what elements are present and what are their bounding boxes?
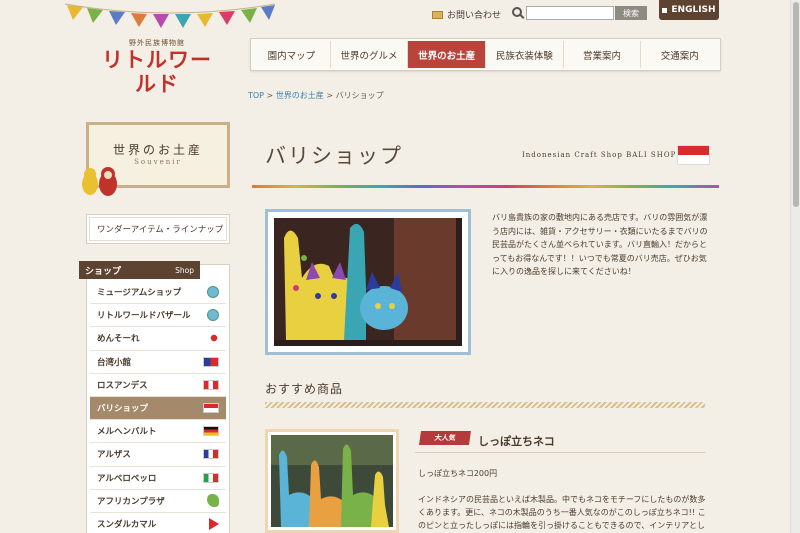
breadcrumb-parent[interactable]: 世界のお土産 (276, 91, 324, 100)
nav-item-park-map[interactable]: 園内マップ (253, 41, 331, 68)
flag-taiwan-icon (203, 356, 219, 367)
doll-illustration (82, 167, 117, 196)
shop-item-label: ロスアンデス (97, 380, 148, 391)
wavy-divider (265, 402, 705, 408)
search-icon (512, 7, 522, 17)
english-label: ENGLISH (671, 5, 716, 15)
souvenir-title: 世界のお土産 (112, 143, 203, 157)
nav-item-costume-experience[interactable]: 民族衣装体験 (486, 41, 564, 68)
flag-nepal-icon (209, 517, 219, 530)
breadcrumb-separator: > (323, 91, 336, 100)
contact-link[interactable]: お問い合わせ (432, 8, 501, 21)
search-input[interactable] (526, 6, 614, 20)
globe-icon (207, 309, 219, 322)
flag-indonesia-icon (677, 145, 710, 165)
flag-japan-icon (209, 333, 219, 344)
shop-item-label: アルザス (97, 450, 131, 461)
product-cats-illustration (271, 435, 393, 527)
shop-photo-image (274, 218, 462, 346)
flag-france-icon (203, 449, 219, 460)
cat-figurines-illustration (274, 218, 456, 340)
flag-germany-icon (203, 426, 219, 437)
breadcrumb: TOP > 世界のお土産 > バリショップ (248, 90, 384, 101)
product-price: しっぽ立ちネコ200円 (418, 469, 498, 478)
shop-item-alsace[interactable]: アルザス (90, 443, 226, 467)
breadcrumb-current: バリショップ (335, 91, 384, 100)
product-name: しっぽ立ちネコ (478, 435, 555, 448)
contact-label: お問い合わせ (447, 11, 502, 21)
globe-icon (207, 286, 219, 299)
shop-item-label: アルベロベッロ (97, 473, 157, 484)
global-nav: 園内マップ 世界のグルメ 世界のお土産 民族衣装体験 営業案内 交通案内 (250, 38, 721, 71)
lineup-link[interactable]: ワンダーアイテム・ラインナップ (86, 214, 230, 244)
breadcrumb-top[interactable]: TOP (248, 91, 264, 100)
shop-item-label: アフリカンプラザ (97, 496, 165, 507)
english-button[interactable]: ENGLISH (659, 0, 719, 20)
site-logo[interactable]: 野外民族博物館 リトルワールド (98, 38, 216, 96)
recommended-heading: おすすめ商品 (265, 382, 344, 396)
nav-item-world-gourmet[interactable]: 世界のグルメ (331, 41, 409, 68)
shop-item-alberobello[interactable]: アルベロベッロ (90, 467, 226, 490)
shop-photo (265, 209, 471, 355)
scrollbar-thumb[interactable] (793, 2, 799, 207)
flag-italy-icon (203, 472, 219, 483)
shop-item-label: スンダルカマル (97, 519, 157, 530)
page-title: バリショップ (265, 144, 403, 168)
shop-item-museum-shop[interactable]: ミュージアムショップ (90, 281, 226, 305)
page-subtitle: Indonesian Craft Shop BALI SHOP (522, 151, 677, 159)
product-photo-image (271, 435, 393, 527)
popular-badge: 大人気 (419, 431, 471, 445)
shop-item-african-plaza[interactable]: アフリカンプラザ (90, 490, 226, 513)
logo-title: リトルワールド (102, 47, 212, 96)
rainbow-divider (252, 185, 719, 188)
shop-intro-text: バリ島貴族の家の敷地内にある売店です。バリの雰囲気が漂う店内には、雑貨・アクセサ… (492, 213, 708, 276)
shop-item-label: バリショップ (97, 404, 149, 415)
breadcrumb-separator: > (264, 91, 276, 100)
shop-heading-en: Shop (175, 265, 194, 275)
shop-item-bali-shop[interactable]: バリショップ (90, 396, 226, 421)
shop-item-mensore[interactable]: めんそーれ (90, 327, 226, 351)
nav-item-access[interactable]: 交通案内 (641, 41, 718, 68)
shop-item-marchenwald[interactable]: メルヘンバルト (90, 420, 226, 444)
shop-item-label: ミュージアムショップ (97, 288, 182, 299)
product-divider (415, 452, 706, 453)
shop-item-taiwan[interactable]: 台湾小館 (90, 351, 226, 374)
africa-map-icon (207, 494, 219, 508)
flag-peru-icon (203, 379, 219, 390)
shop-item-label: メルヘンバルト (97, 427, 157, 438)
shop-item-label: リトルワールドバザール (97, 311, 191, 322)
product-description: インドネシアの民芸品といえば木製品。中でもネコをモチーフにしたものが数多くありま… (418, 495, 706, 530)
search-button[interactable]: 検索 (615, 6, 647, 20)
nav-item-world-souvenirs[interactable]: 世界のお土産 (408, 41, 487, 68)
product-photo (265, 429, 399, 533)
english-bullet-icon (662, 7, 668, 13)
shop-list: ミュージアムショップ リトルワールドバザール めんそーれ 台湾小館 ロスアンデス… (90, 281, 226, 533)
shop-heading-label: ショップ (85, 266, 122, 277)
nav-item-business-info[interactable]: 営業案内 (564, 41, 642, 68)
shop-item-sundar-kamal[interactable]: スンダルカマル (90, 513, 226, 533)
page-scrollbar[interactable] (790, 0, 800, 533)
bunting-decoration (65, 3, 275, 28)
mail-icon (432, 10, 443, 19)
lineup-label: ワンダーアイテム・ラインナップ (89, 217, 227, 241)
shop-item-label: 台湾小館 (97, 357, 132, 368)
shop-heading: ショップ Shop (79, 261, 200, 279)
shop-item-los-andes[interactable]: ロスアンデス (90, 374, 226, 397)
shop-item-bazaar[interactable]: リトルワールドバザール (90, 304, 226, 328)
shop-item-label: めんそーれ (97, 334, 140, 345)
flag-indonesia-icon (203, 403, 219, 414)
